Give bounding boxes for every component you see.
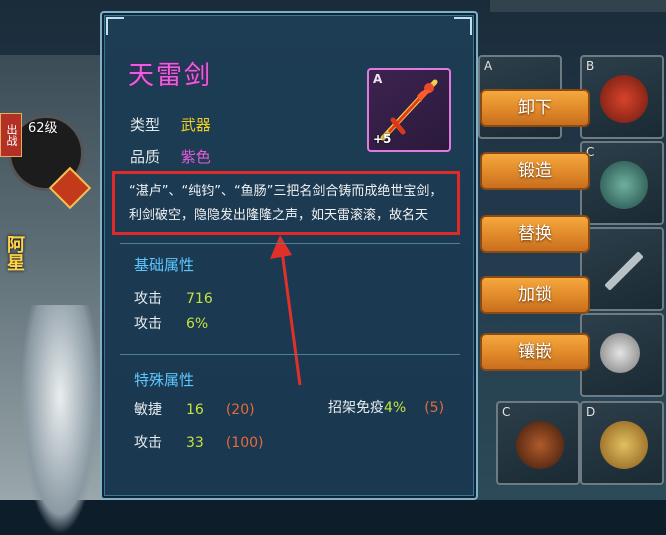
unequip-button[interactable]: 卸下 xyxy=(480,89,590,127)
blade-icon xyxy=(600,333,640,373)
stat-range: (5) xyxy=(424,400,445,416)
panel-corner-decoration xyxy=(454,17,472,35)
stat-label: 攻击 xyxy=(134,316,162,332)
stat-value: 16 xyxy=(186,402,204,418)
base-stat-row: 攻击 716 xyxy=(134,288,213,308)
stat-value: 6% xyxy=(186,316,209,332)
special-stat-row: 招架免疫4% (5) xyxy=(328,397,444,417)
equipment-slot[interactable]: C xyxy=(580,141,664,225)
slot-grade: B xyxy=(586,59,595,73)
equipment-slot[interactable]: B xyxy=(580,55,664,139)
stat-label: 招架免疫 xyxy=(328,400,384,416)
spear-icon xyxy=(604,251,644,291)
type-value: 武器 xyxy=(180,116,211,134)
character-figure xyxy=(20,305,100,535)
stat-label: 攻击 xyxy=(134,291,162,307)
item-type-row: 类型 武器 xyxy=(130,114,211,135)
stat-value: 33 xyxy=(186,435,204,451)
equipment-slot[interactable] xyxy=(580,313,664,397)
top-status-bar xyxy=(490,0,666,12)
stat-range: (100) xyxy=(225,435,264,451)
special-stat-row: 攻击 33 (100) xyxy=(134,432,263,452)
special-attributes-title: 特殊属性 xyxy=(134,371,195,389)
armor-icon xyxy=(600,161,648,209)
character-card[interactable]: 出战 62级 阿星 xyxy=(0,55,108,535)
character-level: 62级 xyxy=(28,121,58,136)
character-name: 阿星 xyxy=(4,235,25,271)
base-stat-row: 攻击 6% xyxy=(134,313,208,333)
forge-button[interactable]: 锻造 xyxy=(480,152,590,190)
enhance-level: +5 xyxy=(373,132,392,146)
quality-label: 品质 xyxy=(130,148,161,166)
section-divider xyxy=(120,354,460,355)
equipment-slot[interactable]: C xyxy=(496,401,580,485)
slot-grade: C xyxy=(502,405,511,419)
base-attributes-title: 基础属性 xyxy=(134,256,195,274)
lock-button[interactable]: 加锁 xyxy=(480,276,590,314)
type-label: 类型 xyxy=(130,116,161,134)
stat-value: 716 xyxy=(186,291,213,307)
ring-icon xyxy=(600,421,648,469)
item-description: “湛卢”、“纯钧”、“鱼肠”三把名剑合铸而成绝世宝剑，利剑破空，隐隐发出隆隆之声… xyxy=(129,184,443,223)
special-stat-row: 敏捷 16 (20) xyxy=(134,399,255,419)
slot-grade: A xyxy=(484,59,493,73)
panel-corner-decoration xyxy=(106,17,124,35)
item-description-highlight: “湛卢”、“纯钧”、“鱼肠”三把名剑合铸而成绝世宝剑，利剑破空，隐隐发出隆隆之声… xyxy=(112,171,460,235)
section-divider xyxy=(120,243,460,244)
item-icon-frame: A +5 xyxy=(367,68,451,152)
quality-value: 紫色 xyxy=(180,148,211,166)
item-name: 天雷剑 xyxy=(128,61,213,91)
equipment-slot[interactable] xyxy=(580,227,664,311)
hat-icon xyxy=(516,421,564,469)
slot-grade: D xyxy=(586,405,596,419)
annotation-arrow xyxy=(270,235,302,386)
stat-label: 攻击 xyxy=(134,435,162,451)
stat-range: (20) xyxy=(225,402,255,418)
replace-button[interactable]: 替换 xyxy=(480,215,590,253)
equipment-slot[interactable]: D xyxy=(580,401,664,485)
stat-value: 4% xyxy=(384,400,407,416)
inlay-button[interactable]: 镶嵌 xyxy=(480,333,590,371)
helmet-icon xyxy=(600,75,648,123)
item-tooltip-panel: 天雷剑 类型 武器 品质 紫色 A +5 “湛卢”、“纯钧”、“鱼肠”三把名剑合… xyxy=(100,11,478,500)
item-quality-row: 品质 紫色 xyxy=(130,146,211,167)
battle-tag: 出战 xyxy=(0,113,22,157)
stat-label: 敏捷 xyxy=(134,402,162,418)
